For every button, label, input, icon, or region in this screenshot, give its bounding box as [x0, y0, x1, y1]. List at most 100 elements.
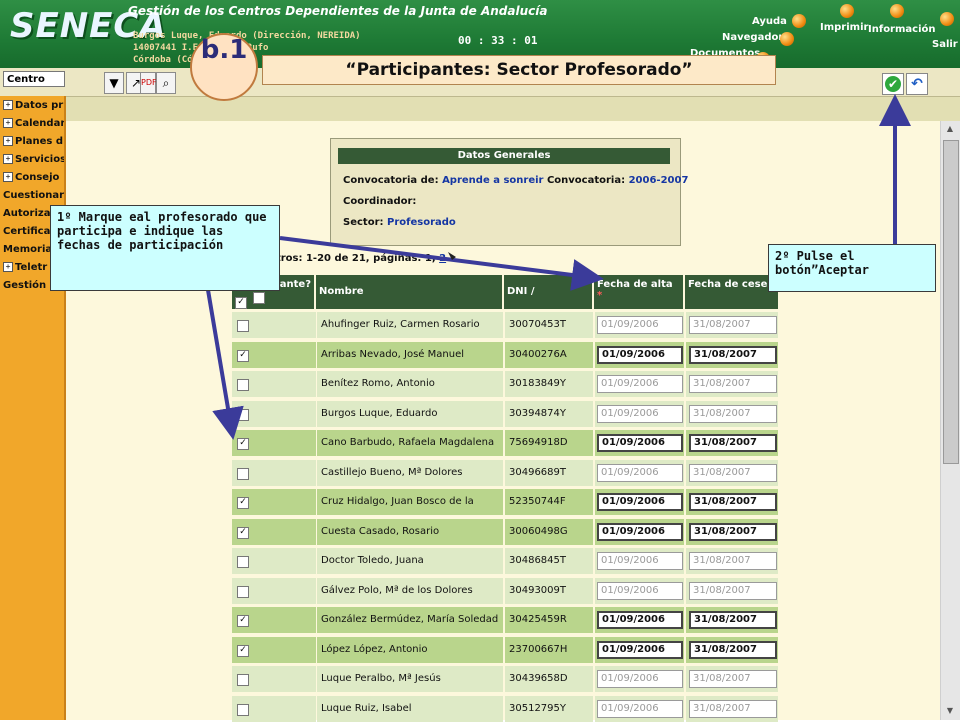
fecha-alta-input[interactable]: 01/09/2006 [597, 700, 683, 718]
sidebar-item-label: Consejo [15, 172, 60, 183]
col-dni[interactable]: DNI / Pasaporte [504, 275, 594, 323]
sidebar-item[interactable]: Cuestionari [0, 187, 64, 205]
app-title: Gestión de los Centros Dependientes de l… [128, 4, 548, 18]
expand-icon[interactable]: + [3, 262, 13, 272]
deselect-all-checkbox[interactable] [253, 292, 266, 304]
xls-pdf-icon[interactable]: PDF [140, 72, 157, 94]
scroll-up-icon[interactable]: ▲ [944, 124, 956, 134]
fecha-cese-input[interactable]: 31/08/2007 [689, 346, 777, 364]
fecha-alta-input[interactable]: 01/09/2006 [597, 611, 683, 629]
nombre-cell: Arribas Nevado, José Manuel [317, 342, 503, 368]
fecha-alta-input[interactable]: 01/09/2006 [597, 493, 683, 511]
participa-checkbox[interactable] [237, 556, 249, 568]
participa-checkbox[interactable] [237, 320, 249, 332]
participa-cell [232, 666, 316, 692]
fecha-alta-input[interactable]: 01/09/2006 [597, 670, 683, 688]
participa-checkbox[interactable]: ✓ [237, 527, 249, 539]
fecha-alta-input[interactable]: 01/09/2006 [597, 375, 683, 393]
participa-cell [232, 578, 316, 604]
callout-step-2: 2º Pulse el botón”Aceptar [768, 244, 936, 292]
participa-checkbox[interactable] [237, 704, 249, 716]
participa-checkbox[interactable] [237, 409, 249, 421]
participa-checkbox[interactable] [237, 586, 249, 598]
fecha-cese-input[interactable]: 31/08/2007 [689, 316, 777, 334]
nombre-cell: Burgos Luque, Eduardo [317, 401, 503, 427]
nav-navegador[interactable]: Navegador [722, 32, 783, 43]
nombre-cell: López López, Antonio [317, 637, 503, 663]
expand-icon[interactable]: + [3, 154, 13, 164]
sidebar-item[interactable]: + Servicios [0, 151, 64, 169]
fecha-cese-input[interactable]: 31/08/2007 [689, 670, 777, 688]
fecha-cese-input[interactable]: 31/08/2007 [689, 523, 777, 541]
sidebar-item[interactable]: + Datos pr [0, 97, 64, 115]
imprimir-ball-icon[interactable] [840, 4, 854, 18]
participa-checkbox[interactable] [237, 379, 249, 391]
fecha-cese-input[interactable]: 31/08/2007 [689, 582, 777, 600]
scroll-down-icon[interactable]: ▼ [944, 706, 956, 716]
fecha-alta-input[interactable]: 01/09/2006 [597, 346, 683, 364]
fecha-alta-input[interactable]: 01/09/2006 [597, 523, 683, 541]
fecha-cese-input[interactable]: 31/08/2007 [689, 611, 777, 629]
dni-cell: 23700667H [505, 637, 593, 663]
fecha-alta-input[interactable]: 01/09/2006 [597, 316, 683, 334]
fecha-cese-input[interactable]: 31/08/2007 [689, 375, 777, 393]
select-all-checkbox[interactable]: ✓ [235, 297, 247, 309]
dni-cell: 30060498G [505, 519, 593, 545]
fecha-cese-input[interactable]: 31/08/2007 [689, 552, 777, 570]
fecha-alta-input[interactable]: 01/09/2006 [597, 405, 683, 423]
nav-salir[interactable]: Salir [932, 39, 958, 50]
fecha-alta-input[interactable]: 01/09/2006 [597, 582, 683, 600]
filter-icon[interactable]: ▼ [104, 72, 124, 94]
participa-checkbox[interactable] [237, 674, 249, 686]
nav-imprimir[interactable]: Imprimir [820, 22, 868, 33]
fecha-cese-input[interactable]: 31/08/2007 [689, 700, 777, 718]
participa-checkbox[interactable] [237, 468, 249, 480]
fecha-alta-input[interactable]: 01/09/2006 [597, 464, 683, 482]
expand-icon[interactable]: + [3, 118, 13, 128]
nav-ayuda[interactable]: Ayuda [752, 16, 787, 27]
participa-checkbox[interactable]: ✓ [237, 497, 249, 509]
participa-cell: ✓ [232, 607, 316, 633]
sub-bar [66, 97, 960, 121]
fecha-cese-input[interactable]: 31/08/2007 [689, 493, 777, 511]
nombre-cell: Castillejo Bueno, Mª Dolores [317, 460, 503, 486]
sidebar-item[interactable]: + Consejo [0, 169, 64, 187]
page-2-link[interactable]: 2 [439, 253, 446, 264]
fecha-cese-input[interactable]: 31/08/2007 [689, 405, 777, 423]
back-button[interactable]: ↶ [906, 73, 928, 95]
expand-icon[interactable]: + [3, 172, 13, 182]
scroll-thumb[interactable] [943, 140, 959, 464]
participa-checkbox[interactable]: ✓ [237, 615, 249, 627]
sidebar-item-label: Calendar [15, 118, 64, 129]
participa-cell: ✓ [232, 637, 316, 663]
sidebar-item[interactable]: + Calendar [0, 115, 64, 133]
search-icon[interactable]: ⌕ [156, 72, 176, 94]
informacion-ball-icon[interactable] [890, 4, 904, 18]
dni-cell: 30486845T [505, 548, 593, 574]
fecha-alta-input[interactable]: 01/09/2006 [597, 641, 683, 659]
fecha-cese-input[interactable]: 31/08/2007 [689, 434, 777, 452]
sidebar-item-label: Certifica [3, 226, 51, 237]
datos-generales-title: Datos Generales [338, 148, 670, 164]
navegador-ball-icon[interactable] [780, 32, 794, 46]
expand-icon[interactable]: + [3, 136, 13, 146]
expand-icon[interactable]: + [3, 100, 13, 110]
participa-checkbox[interactable]: ✓ [237, 350, 249, 362]
pagination-text: stros: 1-20 de 21, páginas: 1, [270, 253, 436, 264]
salir-ball-icon[interactable] [940, 12, 954, 26]
participa-checkbox[interactable]: ✓ [237, 438, 249, 450]
fecha-cese-input[interactable]: 31/08/2007 [689, 641, 777, 659]
fecha-cese-input[interactable]: 31/08/2007 [689, 464, 777, 482]
accept-button[interactable]: ✔ [882, 73, 904, 95]
fecha-alta-input[interactable]: 01/09/2006 [597, 434, 683, 452]
sidebar-item[interactable]: + Planes d [0, 133, 64, 151]
nav-informacion[interactable]: Información [868, 24, 936, 35]
participa-checkbox[interactable]: ✓ [237, 645, 249, 657]
fecha-alta-input[interactable]: 01/09/2006 [597, 552, 683, 570]
ayuda-ball-icon[interactable] [792, 14, 806, 28]
dni-cell: 30439658D [505, 666, 593, 692]
sidebar-menu: + Datos pr + Calendar + Planes d + Servicios + Co… [0, 96, 66, 720]
centro-selector[interactable]: Centro [3, 71, 65, 87]
sector-label: Sector: [343, 217, 384, 228]
col-nombre[interactable]: Nombre [316, 275, 504, 309]
